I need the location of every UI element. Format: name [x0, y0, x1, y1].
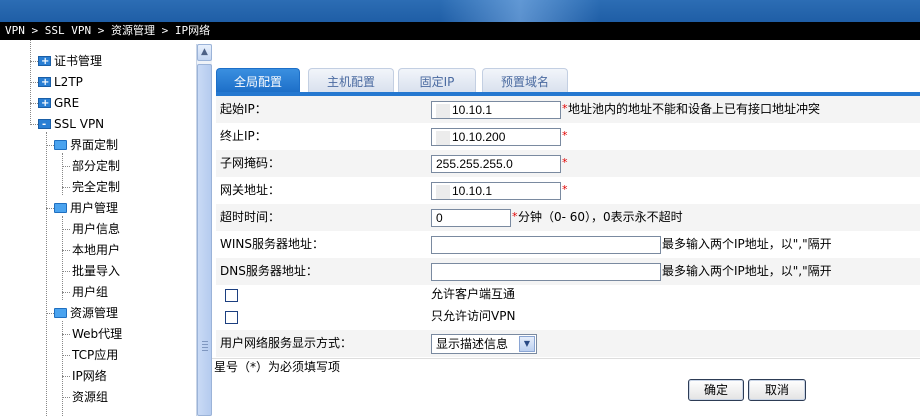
scroll-up-arrow-icon[interactable]: ▲ [197, 44, 212, 61]
sidebar-item-label: L2TP [54, 75, 83, 89]
row-timeout: 超时时间： 0 * 分钟（0- 60），0表示永不超时 [216, 204, 920, 231]
dns-note: 最多输入两个IP地址，以","隔开 [662, 264, 832, 278]
sidebar-item-user-mgmt[interactable]: 用户管理 [54, 198, 118, 218]
sidebar-tree: 证书管理 L2TP GRE SSL VPN 界面定制 部分定制 完全定制 用户管… [0, 40, 196, 416]
wins-label: WINS服务器地址： [220, 237, 324, 251]
end-ip-input[interactable]: 10.10.200 [431, 128, 561, 146]
row-gateway: 网关地址： 10.10.1 * [216, 177, 920, 204]
sidebar-item-label: SSL VPN [54, 117, 105, 131]
sidebar-item-l2tp[interactable]: L2TP [38, 72, 83, 93]
folder-icon [54, 307, 67, 318]
timeout-input[interactable]: 0 [431, 209, 511, 227]
top-banner [0, 0, 920, 22]
scroll-thumb[interactable] [197, 64, 212, 416]
row-dns: DNS服务器地址： 最多输入两个IP地址，以","隔开 [216, 258, 920, 285]
sidebar-item-label: Web代理 [72, 327, 123, 341]
sidebar-item-resource-mgmt[interactable]: 资源管理 [54, 303, 118, 323]
row-display-mode: 用户网络服务显示方式： 显示描述信息 ▼ [216, 330, 920, 357]
sidebar-item-local-user[interactable]: 本地用户 [72, 240, 120, 260]
allow-interconnect-checkbox[interactable] [225, 289, 238, 302]
sidebar-item-cert[interactable]: 证书管理 [38, 51, 103, 72]
collapsed-node-icon [38, 73, 51, 93]
breadcrumb: VPN > SSL VPN > 资源管理 > IP网络 [0, 22, 920, 40]
sidebar-item-label: 资源管理 [70, 306, 119, 320]
collapsed-node-icon [38, 94, 51, 114]
row-vpn-only: 只允许访问VPN [216, 306, 920, 328]
tab-global-config[interactable]: 全局配置 [216, 68, 300, 92]
dns-input[interactable] [431, 263, 661, 281]
sidebar-item-ui-custom[interactable]: 界面定制 [54, 135, 118, 155]
gateway-label: 网关地址： [220, 183, 281, 197]
sidebar-scrollbar[interactable]: ▲ [196, 44, 212, 416]
timeout-note: 分钟（0- 60），0表示永不超时 [518, 210, 683, 224]
sidebar-item-label: 部分定制 [72, 159, 121, 173]
sidebar-item-label: 批量导入 [72, 264, 121, 278]
row-end-ip: 终止IP： 10.10.200 * [216, 123, 920, 150]
tab-host-config[interactable]: 主机配置 [308, 68, 394, 92]
timeout-label: 超时时间： [220, 210, 281, 224]
expanded-node-icon [38, 115, 51, 135]
sidebar-item-sslvpn[interactable]: SSL VPN [38, 114, 105, 135]
row-subnet-mask: 子网掩码： 255.255.255.0 * [216, 150, 920, 177]
sidebar-item-label: 用户组 [72, 285, 109, 299]
vpn-only-label: 只允许访问VPN [431, 309, 516, 323]
vpn-only-checkbox[interactable] [225, 311, 238, 324]
sidebar-item-label: 资源组 [72, 390, 109, 404]
sidebar-item-label: 证书管理 [54, 54, 103, 68]
folder-icon [54, 139, 67, 150]
subnet-mask-label: 子网掩码： [220, 156, 281, 170]
required-mark: * [562, 183, 568, 196]
gateway-input[interactable]: 10.10.1 [431, 182, 561, 200]
required-footnote: 星号（*）为必须填写项 [214, 360, 341, 374]
collapsed-node-icon [38, 52, 51, 72]
required-mark: * [512, 210, 518, 223]
banner-graphic [440, 0, 600, 22]
start-ip-note: 地址池内的地址不能和设备上已有接口地址冲突 [568, 102, 821, 116]
start-ip-label: 起始IP： [220, 102, 267, 116]
display-mode-select[interactable]: 显示描述信息 ▼ [431, 334, 537, 354]
sidebar-item-partial-custom[interactable]: 部分定制 [72, 156, 120, 176]
sidebar-item-batch-import[interactable]: 批量导入 [72, 261, 120, 281]
sidebar-item-label: 本地用户 [72, 243, 121, 257]
sidebar-item-label: IP网络 [72, 369, 107, 383]
sidebar-item-user-info[interactable]: 用户信息 [72, 219, 120, 239]
divider [212, 358, 920, 359]
sidebar-item-web-proxy[interactable]: Web代理 [72, 324, 122, 344]
sidebar-item-label: TCP应用 [72, 348, 119, 362]
row-wins: WINS服务器地址： 最多输入两个IP地址，以","隔开 [216, 231, 920, 258]
subnet-mask-input[interactable]: 255.255.255.0 [431, 155, 561, 173]
sidebar-item-more[interactable]: ... [72, 406, 83, 416]
sidebar-item-user-group[interactable]: 用户组 [72, 282, 108, 302]
folder-icon [54, 202, 67, 213]
sidebar-item-label: 用户管理 [70, 201, 119, 215]
main-content: 全局配置 主机配置 固定IP 预置域名 起始IP： 10.10.1 * 地址池内… [212, 40, 920, 416]
row-allow-interconnect: 允许客户端互通 [216, 284, 920, 306]
start-ip-input[interactable]: 10.10.1 [431, 101, 561, 119]
ok-button[interactable]: 确定 [688, 379, 744, 401]
sidebar-item-gre[interactable]: GRE [38, 93, 80, 114]
sidebar-item-tcp-app[interactable]: TCP应用 [72, 345, 118, 365]
sidebar-item-label: 完全定制 [72, 180, 121, 194]
required-mark: * [562, 102, 568, 115]
required-mark: * [562, 156, 568, 169]
sidebar-item-resource-group[interactable]: 资源组 [72, 387, 108, 407]
sidebar-item-ip-network[interactable]: IP网络 [72, 366, 107, 386]
sidebar-item-label: ... [72, 409, 84, 416]
sidebar-item-label: 界面定制 [70, 138, 119, 152]
tab-preset-domain[interactable]: 预置域名 [482, 68, 568, 92]
row-start-ip: 起始IP： 10.10.1 * 地址池内的地址不能和设备上已有接口地址冲突 [216, 96, 920, 123]
tab-fixed-ip[interactable]: 固定IP [398, 68, 476, 92]
wins-note: 最多输入两个IP地址，以","隔开 [662, 237, 832, 251]
wins-input[interactable] [431, 236, 661, 254]
required-mark: * [562, 129, 568, 142]
chevron-down-icon: ▼ [519, 336, 535, 352]
sidebar-item-label: GRE [54, 96, 80, 110]
sidebar-item-full-custom[interactable]: 完全定制 [72, 177, 120, 197]
end-ip-label: 终止IP： [220, 129, 267, 143]
sidebar-item-label: 用户信息 [72, 222, 121, 236]
display-mode-label: 用户网络服务显示方式： [220, 336, 353, 350]
cancel-button[interactable]: 取消 [748, 379, 806, 401]
dns-label: DNS服务器地址： [220, 264, 318, 278]
